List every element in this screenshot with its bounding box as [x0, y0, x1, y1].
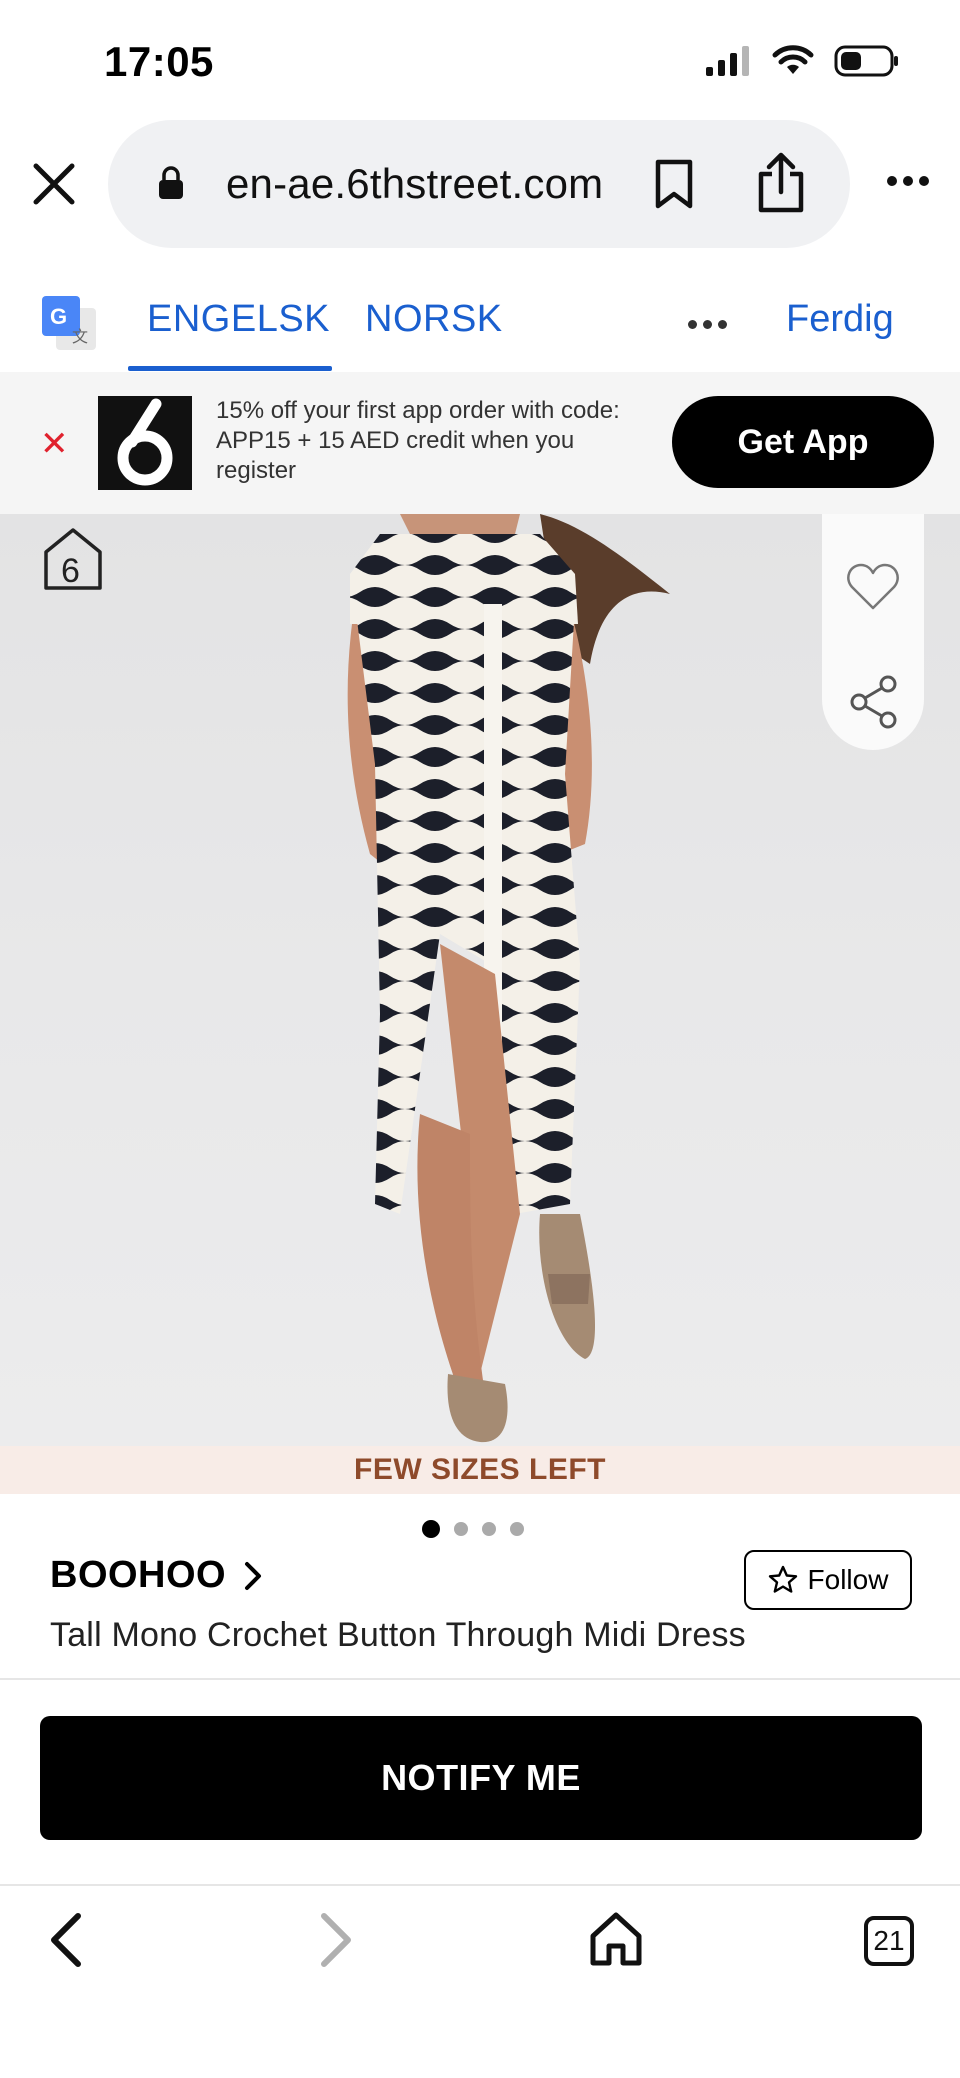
wishlist-heart-icon[interactable] [846, 562, 900, 612]
notify-me-button[interactable]: NOTIFY ME [40, 1716, 922, 1840]
divider [0, 1678, 960, 1680]
tab-norsk[interactable]: NORSK [365, 298, 503, 341]
pagination-dot[interactable] [454, 1522, 468, 1536]
follow-button[interactable]: Follow [744, 1550, 912, 1610]
follow-label: Follow [807, 1564, 889, 1595]
tab-engelsk[interactable]: ENGELSK [147, 298, 330, 341]
app-banner: ✕ 15% off your first app order with code… [0, 372, 960, 514]
svg-text:6: 6 [61, 552, 80, 590]
url-text[interactable]: en-ae.6thstreet.com [226, 160, 603, 208]
star-icon [768, 1565, 797, 1593]
home-icon[interactable] [588, 1910, 644, 1968]
banner-message: 15% off your first app order with code: … [216, 397, 620, 484]
brand-link[interactable]: BOOHOO [50, 1554, 262, 1597]
address-bar[interactable]: en-ae.6thstreet.com [108, 120, 850, 248]
battery-icon [834, 45, 898, 77]
share-icon[interactable] [756, 152, 806, 214]
bookmark-icon[interactable] [653, 158, 695, 210]
google-translate-icon: G 文 [42, 296, 96, 350]
pagination-dot[interactable] [510, 1522, 524, 1536]
product-image[interactable]: 6 [0, 514, 960, 1446]
lock-icon [159, 166, 183, 199]
browser-bottom-nav: 21 [0, 1886, 960, 2078]
tabs-count-button[interactable]: 21 [864, 1916, 914, 1966]
svg-text:G: G [50, 304, 67, 329]
stock-notice: FEW SIZES LEFT [0, 1446, 960, 1494]
svg-text:文: 文 [72, 327, 88, 346]
store-home-badge-icon[interactable]: 6 [42, 526, 104, 594]
image-pagination [422, 1520, 524, 1538]
translate-more-icon[interactable] [688, 320, 727, 329]
sixth-street-logo [98, 396, 192, 490]
browser-url-row: en-ae.6thstreet.com [0, 120, 960, 250]
status-time: 17:05 [104, 38, 214, 85]
status-icons [704, 44, 900, 78]
translate-bar: G 文 ENGELSK NORSK Ferdig [0, 282, 960, 372]
pagination-dot-active[interactable] [422, 1520, 440, 1538]
status-bar: 17:05 [0, 0, 960, 120]
cellular-signal-icon [706, 46, 749, 76]
product-actions-panel [822, 514, 924, 750]
translate-done-button[interactable]: Ferdig [786, 298, 894, 341]
get-app-button[interactable]: Get App [672, 396, 934, 488]
back-arrow-icon[interactable] [46, 1910, 86, 1970]
share-product-icon[interactable] [848, 674, 900, 730]
product-photo [347, 514, 670, 1443]
chevron-right-icon [245, 1561, 262, 1590]
forward-arrow-icon[interactable] [316, 1910, 356, 1970]
more-options-icon[interactable] [886, 174, 930, 188]
product-title: Tall Mono Crochet Button Through Midi Dr… [50, 1616, 746, 1654]
wifi-icon [772, 45, 814, 74]
pagination-dot[interactable] [482, 1522, 496, 1536]
banner-close-icon[interactable]: ✕ [40, 424, 69, 464]
close-icon[interactable] [28, 158, 80, 210]
brand-name[interactable]: BOOHOO [50, 1554, 226, 1597]
active-tab-indicator [128, 366, 332, 371]
